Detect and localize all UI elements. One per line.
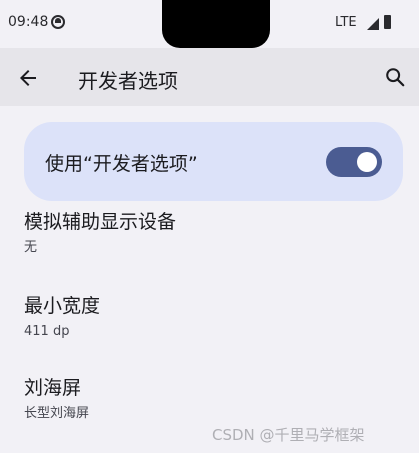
pref-summary: 无 (24, 240, 38, 255)
arrow-back-icon[interactable] (16, 66, 40, 90)
search-icon[interactable] (384, 66, 406, 88)
status-bar: 09:48 LTE (0, 0, 419, 48)
signal-icon (367, 18, 379, 30)
pref-smallest-width[interactable]: 最小宽度 411 dp (24, 294, 384, 340)
pref-title: 刘海屏 (24, 377, 82, 399)
battery-icon (384, 15, 391, 29)
master-switch-label: 使用“开发者选项” (45, 153, 198, 175)
app-bar: 开发者选项 (0, 48, 419, 106)
pref-simulate-secondary-display[interactable]: 模拟辅助显示设备 无 (24, 210, 384, 256)
pref-summary: 长型刘海屏 (24, 406, 90, 421)
pref-title: 模拟辅助显示设备 (24, 211, 177, 233)
camera-notch (162, 0, 270, 48)
notification-icon (51, 15, 65, 29)
toggle-thumb (357, 152, 377, 172)
status-time: 09:48 (8, 14, 49, 30)
network-type: LTE (335, 15, 357, 30)
page-title: 开发者选项 (78, 69, 178, 93)
pref-title: 最小宽度 (24, 295, 101, 317)
toggle-switch[interactable] (326, 147, 382, 177)
pref-display-cutout[interactable]: 刘海屏 长型刘海屏 (24, 376, 384, 422)
watermark: CSDN @千里马学框架 (212, 426, 365, 444)
settings-list: 使用“开发者选项” 模拟辅助显示设备 无 最小宽度 411 dp 刘海屏 长型刘… (0, 106, 419, 453)
pref-summary: 411 dp (24, 324, 70, 339)
developer-options-master-switch[interactable]: 使用“开发者选项” (24, 122, 403, 201)
